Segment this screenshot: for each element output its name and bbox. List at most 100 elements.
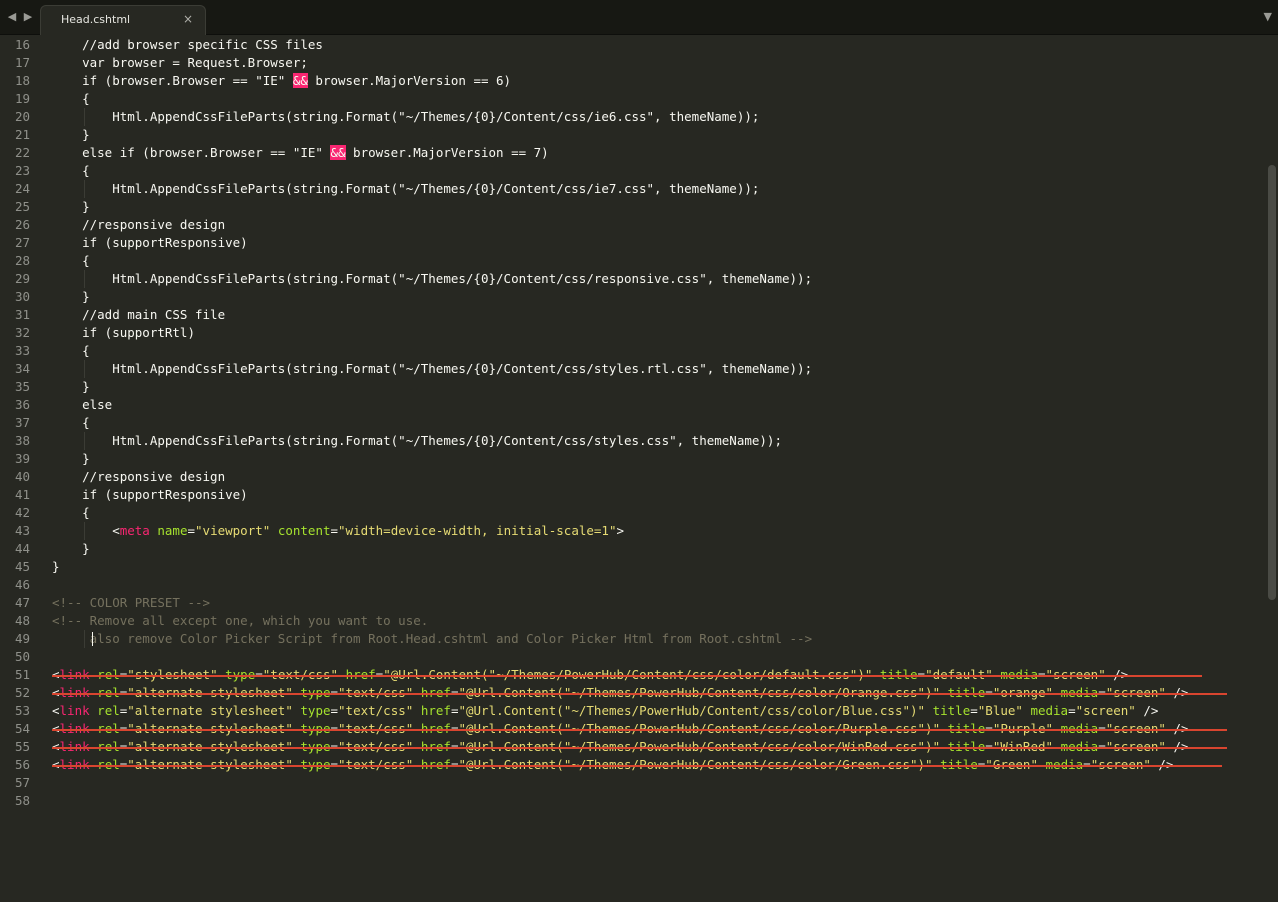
tab-head-cshtml[interactable]: Head.cshtml ×	[40, 5, 206, 35]
code-text: }	[52, 289, 90, 304]
text-cursor	[91, 632, 93, 646]
code-text: //add main CSS file	[52, 307, 226, 322]
code-line[interactable]: 38 Html.AppendCssFileParts(string.Format…	[0, 432, 1266, 450]
code-line[interactable]: 34 Html.AppendCssFileParts(string.Format…	[0, 360, 1266, 378]
code-line[interactable]: 29 Html.AppendCssFileParts(string.Format…	[0, 270, 1266, 288]
code-line[interactable]: 50	[0, 648, 1266, 666]
code-line[interactable]: 54<link rel="alternate stylesheet" type=…	[0, 720, 1266, 738]
code-text: Html.AppendCssFileParts(string.Format("~…	[52, 361, 813, 376]
back-arrow-icon[interactable]: ◀	[6, 10, 18, 24]
code-text: }	[52, 451, 90, 466]
code-line[interactable]: 48 <!-- Remove all except one, which you …	[0, 612, 1266, 630]
code-line[interactable]: 47 <!-- COLOR PRESET -->	[0, 594, 1266, 612]
code-line[interactable]: 19 {	[0, 90, 1266, 108]
line-number: 50	[14, 649, 30, 664]
code-text: {	[52, 253, 90, 268]
code-line[interactable]: 33 {	[0, 342, 1266, 360]
code-line[interactable]: 53 <link rel="alternate stylesheet" type=…	[0, 702, 1266, 720]
code-line[interactable]: 55<link rel="alternate stylesheet" type=…	[0, 738, 1266, 756]
code-text: also remove Color Picker Script from Roo…	[52, 631, 813, 646]
line-number: 37	[14, 415, 30, 430]
code-text: //add browser specific CSS files	[52, 37, 323, 52]
code-line[interactable]: 45}	[0, 558, 1266, 576]
tab-bar: ◀ ▶ Head.cshtml × ▼	[0, 0, 1278, 35]
line-number: 52	[14, 685, 30, 700]
code-text: else	[52, 397, 113, 412]
code-line[interactable]: 27 if (supportResponsive)	[0, 234, 1266, 252]
line-number: 29	[14, 271, 30, 286]
code-line[interactable]: 24 Html.AppendCssFileParts(string.Format…	[0, 180, 1266, 198]
code-text: <!-- COLOR PRESET -->	[52, 595, 211, 610]
code-line[interactable]: 20 Html.AppendCssFileParts(string.Format…	[0, 108, 1266, 126]
code-line[interactable]: 26 //responsive design	[0, 216, 1266, 234]
code-line[interactable]: 46	[0, 576, 1266, 594]
code-line[interactable]: 36 else	[0, 396, 1266, 414]
line-number: 38	[14, 433, 30, 448]
tab-title: Head.cshtml	[61, 13, 131, 26]
code-line[interactable]: 30 }	[0, 288, 1266, 306]
code-line[interactable]: 52<link rel="alternate stylesheet" type=…	[0, 684, 1266, 702]
line-number: 27	[14, 235, 30, 250]
code-line[interactable]: 31 //add main CSS file	[0, 306, 1266, 324]
code-line[interactable]: 39 }	[0, 450, 1266, 468]
line-number: 58	[14, 793, 30, 808]
code-text: <!-- Remove all except one, which you wa…	[52, 613, 429, 628]
line-number: 19	[14, 91, 30, 106]
code-line[interactable]: 40 //responsive design	[0, 468, 1266, 486]
code-line[interactable]: 44 }	[0, 540, 1266, 558]
line-number: 55	[14, 739, 30, 754]
code-text: Html.AppendCssFileParts(string.Format("~…	[52, 181, 760, 196]
code-text: {	[52, 415, 90, 430]
tab-menu-chevron-down-icon[interactable]: ▼	[1264, 10, 1272, 23]
line-number: 35	[14, 379, 30, 394]
code-line[interactable]: 22 else if (browser.Browser == "IE" && b…	[0, 144, 1266, 162]
code-text: {	[52, 343, 90, 358]
code-line[interactable]: 32 if (supportRtl)	[0, 324, 1266, 342]
line-number: 56	[14, 757, 30, 772]
code-line[interactable]: 25 }	[0, 198, 1266, 216]
line-number: 16	[14, 37, 30, 52]
close-icon[interactable]: ×	[183, 12, 193, 26]
code-line[interactable]: 16 //add browser specific CSS files	[0, 36, 1266, 54]
code-line[interactable]: 41 if (supportResponsive)	[0, 486, 1266, 504]
line-number: 54	[14, 721, 30, 736]
code-line[interactable]: 58	[0, 792, 1266, 810]
code-text: <meta name="viewport" content="width=dev…	[52, 523, 625, 538]
line-number: 18	[14, 73, 30, 88]
line-number: 25	[14, 199, 30, 214]
line-number: 34	[14, 361, 30, 376]
line-number: 51	[14, 667, 30, 682]
strikethrough-mark	[52, 765, 1222, 767]
vertical-scrollbar[interactable]	[1266, 35, 1278, 902]
line-number: 30	[14, 289, 30, 304]
code-line[interactable]: 28 {	[0, 252, 1266, 270]
code-line[interactable]: 57	[0, 774, 1266, 792]
code-text: if (supportRtl)	[52, 325, 195, 340]
line-number: 40	[14, 469, 30, 484]
line-number: 47	[14, 595, 30, 610]
code-line[interactable]: 49 also remove Color Picker Script from …	[0, 630, 1266, 648]
line-number: 33	[14, 343, 30, 358]
forward-arrow-icon[interactable]: ▶	[22, 10, 34, 24]
code-line[interactable]: 56<link rel="alternate stylesheet" type=…	[0, 756, 1266, 774]
code-text: Html.AppendCssFileParts(string.Format("~…	[52, 109, 760, 124]
line-number: 53	[14, 703, 30, 718]
code-text: else if (browser.Browser == "IE" && brow…	[52, 145, 549, 160]
strikethrough-mark	[52, 747, 1227, 749]
code-line[interactable]: 37 {	[0, 414, 1266, 432]
code-line[interactable]: 35 }	[0, 378, 1266, 396]
code-line[interactable]: 17 var browser = Request.Browser;	[0, 54, 1266, 72]
code-line[interactable]: 51<link rel="stylesheet" type="text/css"…	[0, 666, 1266, 684]
code-line[interactable]: 43 <meta name="viewport" content="width=…	[0, 522, 1266, 540]
code-line[interactable]: 18 if (browser.Browser == "IE" && browse…	[0, 72, 1266, 90]
scrollbar-thumb[interactable]	[1268, 165, 1276, 600]
code-text: {	[52, 163, 90, 178]
code-text: {	[52, 505, 90, 520]
code-text: Html.AppendCssFileParts(string.Format("~…	[52, 271, 813, 286]
code-line[interactable]: 23 {	[0, 162, 1266, 180]
code-line[interactable]: 21 }	[0, 126, 1266, 144]
line-number: 32	[14, 325, 30, 340]
code-editor[interactable]: 16 //add browser specific CSS files 17 va…	[0, 35, 1266, 902]
code-line[interactable]: 42 {	[0, 504, 1266, 522]
line-number: 48	[14, 613, 30, 628]
